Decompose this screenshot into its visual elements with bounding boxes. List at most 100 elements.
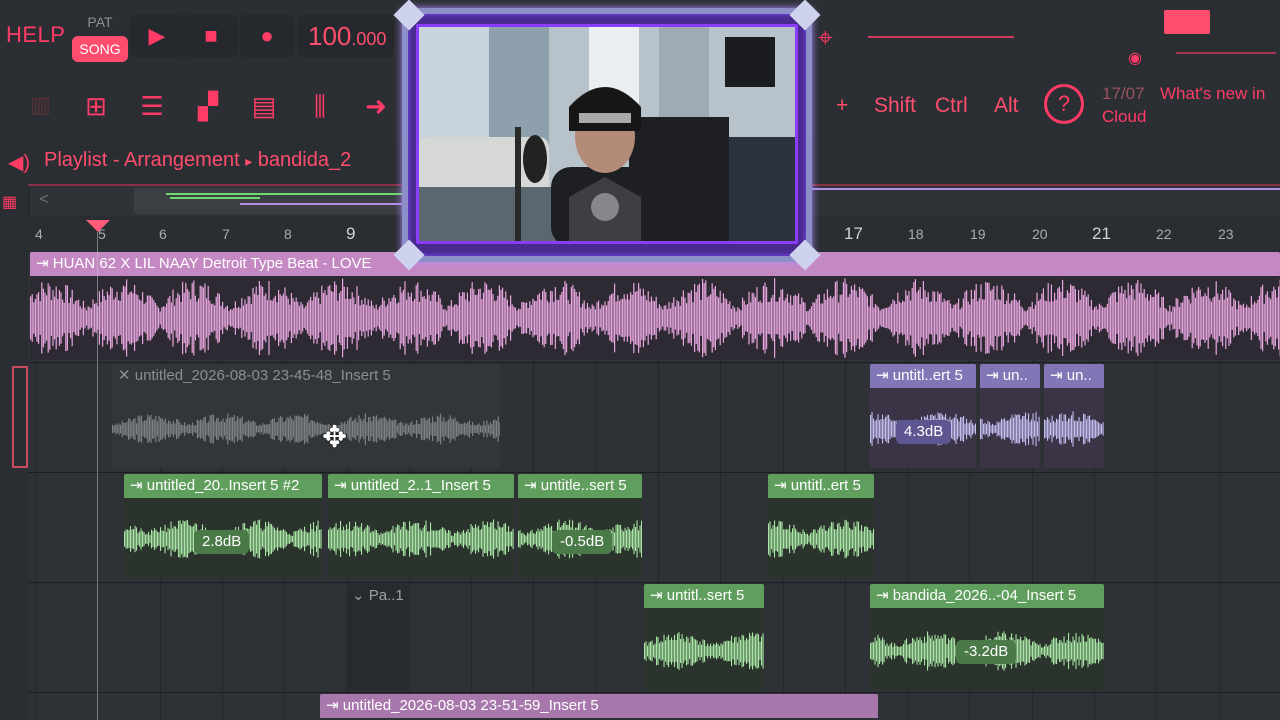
waveform-sample (935, 301, 937, 335)
tempo-display[interactable]: 100.000 (298, 14, 394, 58)
audio-clip-lav-2[interactable]: ⇥ un.. (980, 364, 1040, 468)
waveform-sample (737, 307, 739, 329)
waveform-sample (354, 304, 356, 332)
audio-clip-bottom[interactable]: ⇥ untitled_2026-08-03 23-51-59_Insert 5 (320, 694, 878, 720)
arrow-right-icon[interactable]: ➜ (352, 82, 400, 130)
waveform-sample (1077, 421, 1079, 437)
clip-title: ⇥ untitl..sert 5 (644, 584, 764, 608)
waveform-sample (366, 305, 368, 331)
audio-clip-green-1[interactable]: ⇥ untitled_20..Insert 5 #2 2.8dB (124, 474, 322, 578)
waveform-sample (1017, 414, 1019, 444)
news-link[interactable]: What's new in (1160, 84, 1265, 104)
waveform-sample (1198, 286, 1200, 350)
waveform-sample (426, 289, 428, 347)
waveform-sample (311, 300, 313, 336)
waveform-sample (1029, 639, 1031, 663)
waveform-sample (494, 528, 496, 550)
waveform-sample (475, 425, 477, 433)
scroll-thumb[interactable] (134, 188, 414, 214)
waveform-sample (401, 526, 403, 552)
song-button[interactable]: SONG (72, 36, 128, 62)
audio-clip-grey[interactable]: ✕ untitled_2026-08-03 23-45-48_Insert 5 (112, 364, 500, 468)
waveform-sample (316, 292, 318, 344)
playlist-tool-icon[interactable]: ⊞ (72, 82, 120, 130)
waveform-sample (301, 529, 303, 549)
audio-clip-green-4[interactable]: ⇥ untitl..ert 5 (768, 474, 874, 578)
waveform-sample (506, 299, 508, 337)
play-button[interactable]: ▶ (130, 14, 184, 58)
ctrl-key[interactable]: Ctrl (935, 94, 968, 118)
mixer-icon[interactable]: ⫼ (296, 82, 344, 130)
waveform-sample (1065, 297, 1067, 339)
audio-clip-green-3[interactable]: ⇥ untitle..sert 5 -0.5dB (518, 474, 642, 578)
waveform-sample (176, 418, 178, 440)
channel-rack-icon[interactable]: ☰ (128, 82, 176, 130)
help-menu[interactable]: HELP (6, 22, 65, 48)
waveform-sample (1020, 306, 1022, 330)
waveform-sample (55, 286, 57, 350)
playhead-marker[interactable] (86, 220, 110, 232)
audio-clip-lav-3[interactable]: ⇥ un.. (1044, 364, 1104, 468)
waveform-sample (470, 424, 472, 434)
alt-key[interactable]: Alt (994, 94, 1019, 118)
audio-clip-green-6[interactable]: ⇥ bandida_2026..-04_Insert 5 -3.2dB (870, 584, 1104, 690)
waveform-sample (699, 641, 701, 661)
shift-key[interactable]: Shift (874, 94, 916, 118)
waveform-sample (471, 282, 473, 354)
waveform-sample (631, 294, 633, 342)
metronome-icon[interactable]: ⌖ (818, 22, 833, 54)
waveform-sample (1101, 642, 1103, 660)
waveform-sample (804, 302, 806, 334)
pat-label[interactable]: PAT (72, 14, 128, 30)
waveform-sample (159, 311, 161, 325)
waveform-sample (132, 419, 134, 439)
waveform-sample (400, 421, 402, 437)
trash-icon[interactable]: ▥ (30, 92, 51, 118)
browser-icon[interactable]: ▤ (240, 82, 288, 130)
help-bubble-icon[interactable]: ? (1044, 84, 1084, 124)
pattern-clip[interactable]: ⌄ Pa..1 (346, 584, 408, 690)
waveform-sample (1050, 284, 1052, 352)
waveform-sample (558, 299, 560, 337)
waveform-sample (1242, 303, 1244, 333)
speaker-icon[interactable]: ◀) (8, 150, 30, 175)
waveform-sample (463, 292, 465, 344)
waveform-sample (441, 421, 443, 437)
scroll-left-button[interactable]: < (32, 186, 56, 214)
waveform-sample (856, 521, 858, 557)
waveform-sample (690, 636, 692, 666)
waveform-sample (408, 425, 410, 433)
waveform-sample (886, 643, 888, 659)
pat-song-toggle[interactable]: PAT SONG (72, 12, 128, 64)
audio-clip-green-5[interactable]: ⇥ untitl..sert 5 (644, 584, 764, 690)
audio-clip-green-2[interactable]: ⇥ untitled_2..1_Insert 5 (328, 474, 514, 578)
waveform-sample (904, 640, 906, 662)
waveform-sample (444, 422, 446, 436)
piano-roll-icon[interactable]: ▞ (184, 82, 232, 130)
waveform-sample (181, 523, 183, 555)
plus-button[interactable]: + (836, 94, 848, 118)
audio-clip-beat[interactable]: ⇥ HUAN 62 X LIL NAAY Detroit Type Beat -… (30, 252, 1280, 360)
news-link-cloud[interactable]: Cloud (1102, 107, 1146, 127)
waveform-sample (1137, 280, 1139, 356)
waveform-sample (847, 522, 849, 556)
record-button[interactable]: ● (240, 14, 294, 58)
waveform-sample (176, 528, 178, 550)
waveform-sample (475, 524, 477, 554)
waveform-sample (549, 527, 551, 551)
waveform-sample (1026, 419, 1028, 439)
stop-button[interactable]: ■ (184, 14, 238, 58)
eye-icon[interactable]: ◉ (1128, 48, 1142, 68)
waveform-sample (288, 418, 290, 440)
waveform-sample (677, 633, 679, 669)
waveform-sample (887, 307, 889, 329)
audio-clip-lav-1[interactable]: ⇥ untitl..ert 5 4.3dB (870, 364, 976, 468)
waveform-sample (281, 530, 283, 548)
waveform-sample (409, 422, 411, 436)
waveform-sample (496, 529, 498, 549)
waveform-sample (415, 284, 417, 352)
pattern-name[interactable]: bandida_2 (258, 149, 351, 171)
waveform-sample (741, 634, 743, 668)
snap-icon[interactable]: ▦ (2, 192, 17, 212)
waveform-sample (837, 523, 839, 555)
